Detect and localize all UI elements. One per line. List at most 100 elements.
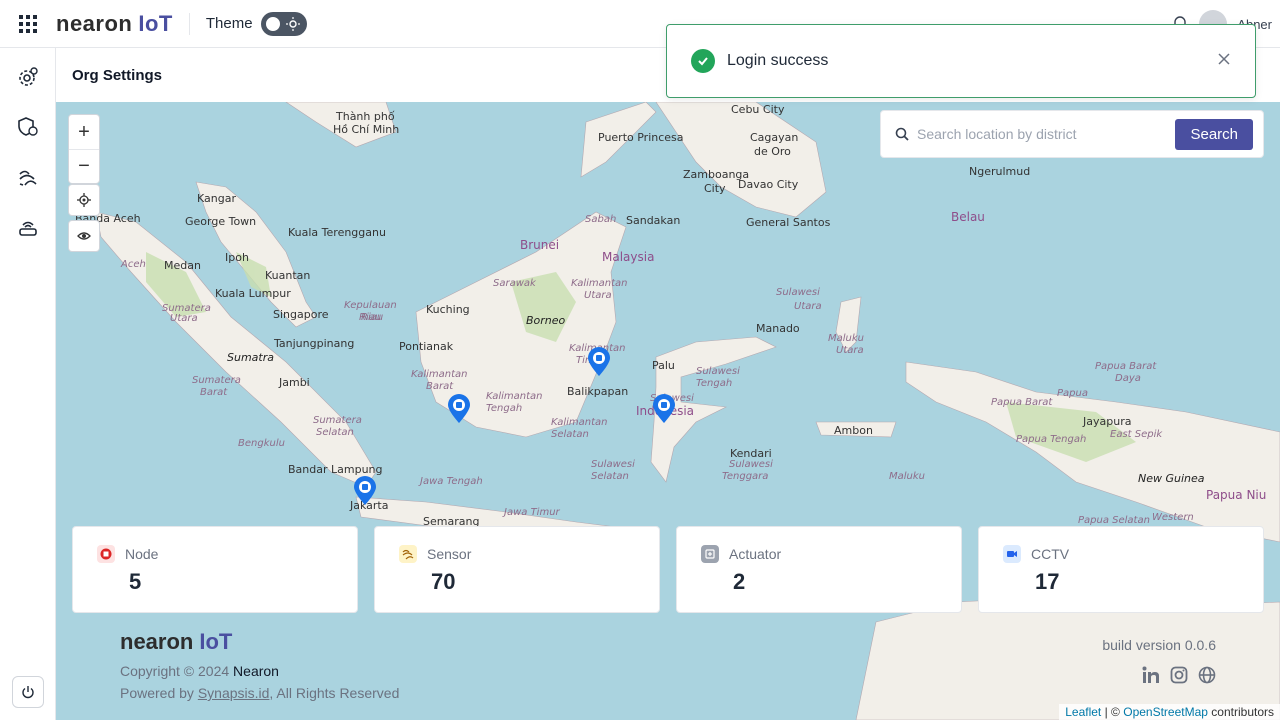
map-place-label: Puerto Princesa <box>598 131 684 144</box>
locate-button[interactable] <box>68 184 100 216</box>
shield-icon <box>18 117 38 136</box>
map-place-label: Kalimantan <box>571 278 628 289</box>
zoom-control: + − <box>68 114 100 184</box>
map-marker[interactable] <box>587 347 611 377</box>
map-place-label: Barat <box>426 381 454 392</box>
osm-link[interactable]: OpenStreetMap <box>1123 705 1208 719</box>
map-place-label: Sarawak <box>493 278 536 289</box>
map-place-label: Maluku <box>889 471 926 482</box>
toast-message: Login success <box>727 52 829 69</box>
map-place-label: Papua Niu <box>1206 488 1267 502</box>
search-button[interactable]: Search <box>1175 118 1253 150</box>
map-place-label: Balikpapan <box>567 385 629 398</box>
map-place-label: Kalimantan <box>486 391 543 402</box>
stat-value: 70 <box>431 569 456 594</box>
leaflet-link[interactable]: Leaflet <box>1065 705 1101 719</box>
zoom-in-button[interactable]: + <box>69 115 99 149</box>
map-place-label: Sulawesi <box>729 459 773 470</box>
logout-button[interactable] <box>12 676 44 708</box>
eye-icon <box>77 232 91 240</box>
map-place-label: Jayapura <box>1083 415 1132 428</box>
map-marker[interactable] <box>353 476 377 506</box>
map-place-label: Kalimantan <box>551 417 608 428</box>
map-place-label: Davao City <box>738 178 799 191</box>
instagram-icon[interactable] <box>1170 666 1188 684</box>
map-place-label: Papua Selatan <box>1078 515 1150 526</box>
map-place-label: Cebu City <box>731 103 785 116</box>
stat-card-cctv[interactable]: CCTV 17 <box>978 526 1264 613</box>
map-place-label: Sulawesi <box>776 287 820 298</box>
map-place-label: Medan <box>164 259 201 272</box>
sidebar-item-sensors[interactable] <box>0 152 56 202</box>
copyright-brand: Nearon <box>233 663 279 679</box>
map-place-label: Sandakan <box>626 214 681 227</box>
app-logo[interactable]: nearon IoT <box>56 11 173 37</box>
stat-card-actuator[interactable]: Actuator 2 <box>676 526 962 613</box>
logo-suffix: IoT <box>138 10 173 36</box>
map-place-label: New Guinea <box>1138 472 1205 485</box>
map-marker[interactable] <box>652 394 676 424</box>
theme-toggle[interactable] <box>260 11 307 36</box>
map-place-label: Jawa Tengah <box>420 476 483 487</box>
map-place-label: Kalimantan <box>411 369 468 380</box>
synapsis-link[interactable]: Synapsis.id <box>198 685 270 701</box>
power-icon <box>22 686 34 699</box>
powered-by: Powered by Synapsis.id, All Rights Reser… <box>120 685 399 701</box>
map-place-label: City <box>704 182 726 195</box>
close-icon[interactable] <box>1217 52 1231 71</box>
map-place-label: Sulawesi <box>591 459 635 470</box>
zoom-out-button[interactable]: − <box>69 149 99 183</box>
visibility-button[interactable] <box>68 220 100 252</box>
map-place-label: East Sepik <box>1110 429 1163 440</box>
map-place-label: Utara <box>584 290 612 301</box>
map-view[interactable]: Thành phố Hồ Chí Minh Puerto Princesa Cebu … <box>56 102 1280 720</box>
map-place-label: General Santos <box>746 216 831 229</box>
map-place-label: Kepulauan <box>344 300 397 311</box>
sidebar-item-settings[interactable] <box>0 52 56 102</box>
stat-cards: Node 5 Sensor 70 Actuator 2 CCTV 17 <box>72 526 1264 613</box>
map-place-label: Sulawesi <box>696 366 740 377</box>
map-marker[interactable] <box>447 394 471 424</box>
cctv-icon <box>1003 545 1021 563</box>
sidebar-item-security[interactable] <box>0 102 56 152</box>
map-place-label: Papua Barat <box>1095 361 1157 372</box>
map-place-label: Maluku <box>828 333 865 344</box>
map-place-label: Selatan <box>316 427 354 438</box>
actuator-icon <box>701 545 719 563</box>
apps-grid-icon[interactable] <box>0 0 56 48</box>
map-place-label: Kuching <box>426 303 470 316</box>
map-place-label: Cagayan <box>750 131 799 144</box>
map-place-label: Ipoh <box>225 251 249 264</box>
powered-prefix: Powered by <box>120 685 194 701</box>
sidebar-item-devices[interactable] <box>0 202 56 252</box>
map-place-label: Jawa Timur <box>504 507 560 518</box>
map-place-label: Tenggara <box>722 471 769 482</box>
stat-label: Actuator <box>729 546 782 562</box>
footer-logo-main: nearon <box>120 629 194 654</box>
copyright: Copyright © 2024 Nearon <box>120 663 279 679</box>
search-input[interactable] <box>917 126 1176 142</box>
map-place-label: Manado <box>756 322 800 335</box>
map-place-label: Utara <box>794 301 822 312</box>
map-place-label: Ngerulmud <box>969 165 1031 178</box>
stat-card-sensor[interactable]: Sensor 70 <box>374 526 660 613</box>
map-place-label: Kuala Lumpur <box>215 287 291 300</box>
map-place-label: Selatan <box>591 471 629 482</box>
map-place-label: Pontianak <box>399 340 454 353</box>
map-place-label: Tengah <box>696 378 733 389</box>
map-place-label: Tanjungpinang <box>274 337 355 350</box>
node-icon <box>97 545 115 563</box>
globe-icon[interactable] <box>1198 666 1216 684</box>
search-icon <box>895 127 909 141</box>
map-place-label: Papua Tengah <box>1016 434 1087 445</box>
map-place-label: Singapore <box>273 308 329 321</box>
sidebar <box>0 48 56 720</box>
page-title: Org Settings <box>72 66 163 84</box>
map-place-label: de Oro <box>754 145 791 158</box>
toggle-knob <box>263 14 282 33</box>
map-place-label: Papua <box>1057 388 1088 399</box>
check-icon <box>691 49 715 73</box>
attribution-contrib: contributors <box>1211 705 1274 719</box>
linkedin-icon[interactable] <box>1142 666 1160 684</box>
stat-card-node[interactable]: Node 5 <box>72 526 358 613</box>
